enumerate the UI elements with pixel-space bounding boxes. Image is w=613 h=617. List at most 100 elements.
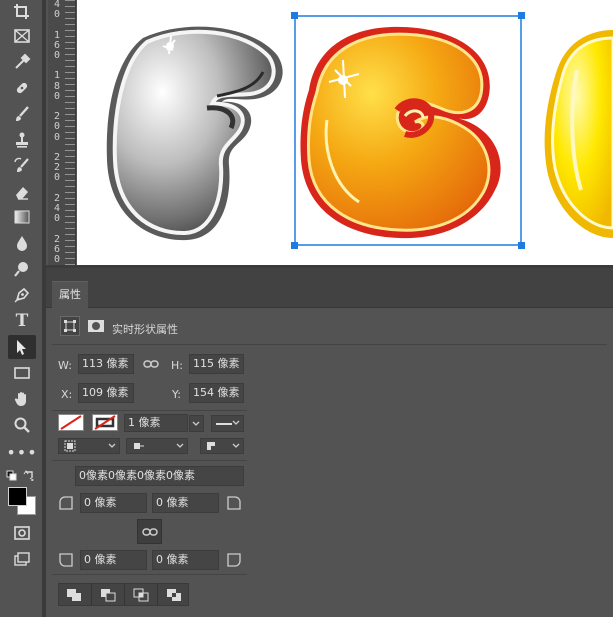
combine-shapes-icon bbox=[67, 588, 81, 601]
y-input[interactable]: 154 像素 bbox=[189, 383, 244, 403]
transform-mode-button[interactable] bbox=[60, 316, 80, 336]
mask-mode-button[interactable] bbox=[86, 316, 106, 336]
stroke-width-input[interactable]: 1 像素 bbox=[124, 414, 188, 432]
corner-top-left-input[interactable]: 0 像素 bbox=[80, 493, 147, 513]
blur-icon bbox=[17, 236, 27, 251]
hand-tool[interactable] bbox=[8, 387, 36, 411]
x-input[interactable]: 109 像素 bbox=[78, 383, 134, 403]
cap-icon bbox=[134, 443, 144, 449]
type-tool[interactable]: T bbox=[8, 309, 36, 333]
stroke-align-icon bbox=[64, 440, 76, 452]
handle-bottom-left[interactable] bbox=[291, 242, 298, 249]
stroke-width-dropdown[interactable] bbox=[189, 415, 204, 432]
history-brush-tool[interactable] bbox=[8, 154, 36, 178]
intersect-shapes-button[interactable] bbox=[124, 583, 156, 606]
pen-icon bbox=[14, 287, 30, 303]
height-input[interactable]: 115 像素 bbox=[189, 354, 244, 374]
width-input[interactable]: 113 像素 bbox=[78, 354, 134, 374]
properties-panel: 属性 实时形状属性 W: 113 像素 H: 115 像素 X: 109 像素 … bbox=[46, 265, 613, 617]
corner-tr-icon-wrap bbox=[226, 495, 242, 511]
type-icon: T bbox=[15, 311, 29, 331]
eyedropper-tool[interactable] bbox=[8, 50, 36, 74]
combine-shapes-button[interactable] bbox=[58, 583, 90, 606]
corner-bottom-left-input[interactable]: 0 像素 bbox=[80, 550, 147, 570]
handle-top-right[interactable] bbox=[518, 12, 525, 19]
chevron-down-icon bbox=[176, 443, 184, 448]
history-brush-icon bbox=[14, 157, 29, 172]
corner-radius-all-input[interactable]: 0像素0像素0像素0像素 bbox=[75, 466, 244, 486]
exclude-shapes-button[interactable] bbox=[157, 583, 189, 606]
brush-tool[interactable] bbox=[8, 102, 36, 126]
default-colors-icon[interactable] bbox=[6, 469, 36, 481]
corner-bottom-left-icon bbox=[59, 553, 73, 567]
x-label: X: bbox=[61, 388, 73, 401]
corner-br-icon-wrap bbox=[226, 552, 242, 568]
gradient-tool[interactable] bbox=[8, 205, 36, 229]
stroke-swatch[interactable] bbox=[92, 414, 118, 431]
link-dimensions-button[interactable] bbox=[143, 356, 159, 372]
h-label: H: bbox=[171, 359, 183, 372]
handle-top-left[interactable] bbox=[291, 12, 298, 19]
frame-icon bbox=[14, 29, 30, 43]
divider bbox=[52, 410, 247, 411]
chevron-down-icon bbox=[232, 443, 240, 448]
eraser-tool[interactable] bbox=[8, 180, 36, 204]
stroke-join-dropdown[interactable] bbox=[200, 438, 244, 454]
document-canvas[interactable] bbox=[77, 0, 613, 265]
corner-tl-icon-wrap bbox=[58, 495, 74, 511]
stroke-align-dropdown[interactable] bbox=[58, 438, 120, 454]
link-icon bbox=[141, 527, 158, 536]
corner-bottom-right-input[interactable]: 0 像素 bbox=[152, 550, 219, 570]
rectangle-icon bbox=[14, 367, 30, 379]
link-icon bbox=[143, 360, 159, 368]
artwork bbox=[106, 12, 613, 249]
mask-icon bbox=[88, 320, 104, 332]
quick-mask-icon bbox=[14, 526, 30, 540]
frame-tool[interactable] bbox=[8, 24, 36, 48]
corner-top-right-input[interactable]: 0 像素 bbox=[152, 493, 219, 513]
intersect-shape-areas-icon bbox=[133, 588, 148, 601]
chevron-down-icon bbox=[108, 443, 116, 448]
hand-icon bbox=[14, 392, 26, 406]
stroke-type-dropdown[interactable] bbox=[211, 415, 244, 432]
orange-letter-g bbox=[300, 26, 501, 239]
more-tools-icon: ••• bbox=[6, 442, 38, 462]
brush-icon bbox=[16, 106, 29, 121]
quick-mask-button[interactable] bbox=[8, 521, 36, 545]
more-tools-button[interactable]: ••• bbox=[6, 440, 38, 464]
subtract-shapes-button[interactable] bbox=[91, 583, 123, 606]
panel-tab-bar: 属性 bbox=[46, 268, 613, 309]
exclude-overlapping-shapes-icon bbox=[166, 588, 181, 601]
zoom-tool[interactable] bbox=[8, 413, 36, 437]
clone-stamp-icon bbox=[16, 132, 28, 148]
ruler-labels: 4 0 1 6 0 1 8 0 2 0 0 2 2 0 2 4 0 2 6 0 bbox=[53, 0, 61, 265]
path-selection-tool[interactable] bbox=[8, 335, 36, 359]
screen-mode-button[interactable] bbox=[8, 547, 36, 571]
yellow-letter-partial bbox=[544, 30, 613, 238]
tools-panel: T ••• bbox=[0, 0, 42, 617]
zoom-icon bbox=[14, 417, 30, 433]
pen-tool[interactable] bbox=[8, 283, 36, 307]
bounding-box-icon bbox=[64, 320, 76, 332]
blur-tool[interactable] bbox=[8, 231, 36, 255]
divider bbox=[52, 460, 247, 461]
vertical-ruler: 4 0 1 6 0 1 8 0 2 0 0 2 2 0 2 4 0 2 6 0 bbox=[48, 0, 76, 265]
healing-brush-tool[interactable] bbox=[8, 76, 36, 100]
fill-swatch[interactable] bbox=[58, 414, 84, 431]
chevron-down-icon bbox=[192, 421, 200, 426]
foreground-color-swatch[interactable] bbox=[8, 487, 27, 506]
rectangle-tool[interactable] bbox=[8, 361, 36, 385]
clone-stamp-tool[interactable] bbox=[8, 128, 36, 152]
eyedropper-icon bbox=[15, 53, 31, 69]
tab-properties[interactable]: 属性 bbox=[52, 281, 88, 309]
link-corners-button[interactable] bbox=[137, 519, 162, 544]
handle-bottom-right[interactable] bbox=[518, 242, 525, 249]
stroke-cap-dropdown[interactable] bbox=[126, 438, 188, 454]
shape-props-label: 实时形状属性 bbox=[112, 323, 178, 336]
solid-line-icon bbox=[216, 422, 232, 425]
dodge-tool[interactable] bbox=[8, 257, 36, 281]
screen-mode-icon bbox=[14, 552, 30, 566]
path-selection-icon bbox=[17, 340, 26, 355]
y-label: Y: bbox=[172, 388, 181, 401]
crop-tool[interactable] bbox=[8, 0, 36, 24]
